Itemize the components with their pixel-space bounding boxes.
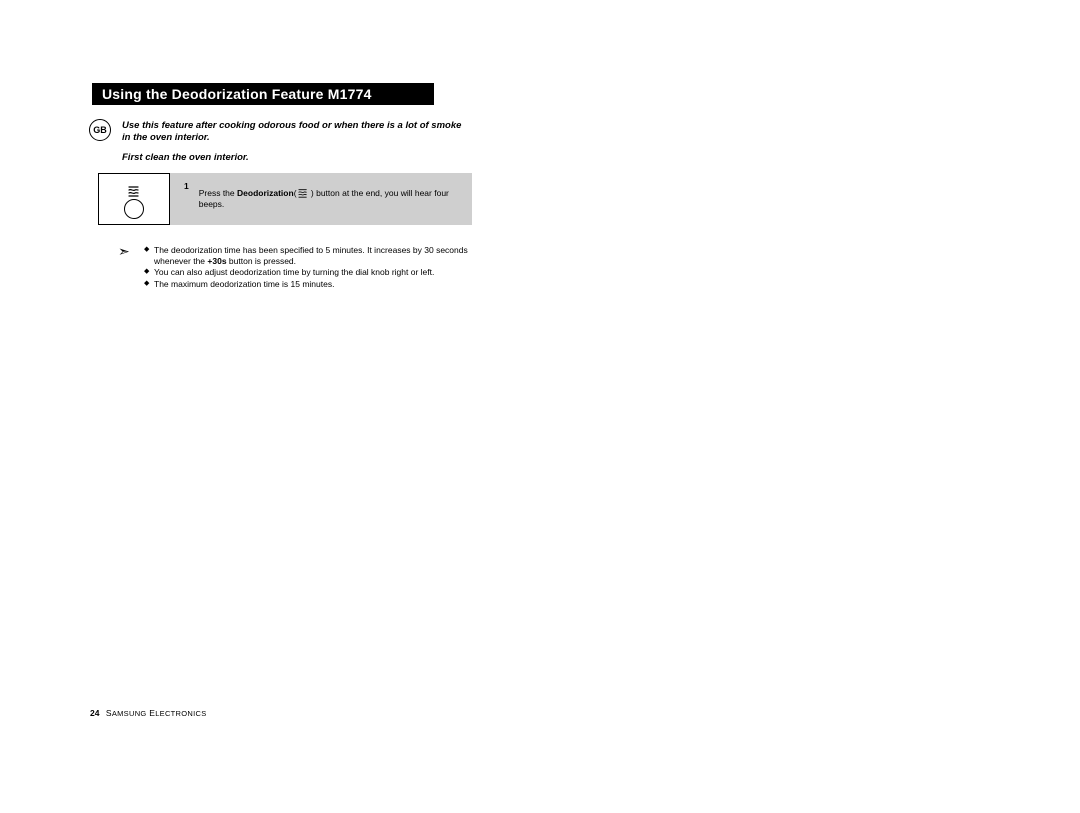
note-item: The maximum deodorization time is 15 min… — [144, 279, 482, 290]
step-text: Press the Deodorization( ) button at the… — [199, 188, 460, 209]
section-title-bar: Using the Deodorization Feature M1774 — [92, 83, 434, 105]
pointer-icon: ➣ — [118, 246, 130, 257]
step-row: 1 Press the Deodorization( ) button at t… — [98, 173, 472, 225]
step-instruction-box: 1 Press the Deodorization( ) button at t… — [170, 173, 472, 225]
note3: The maximum deodorization time is 15 min… — [154, 279, 334, 289]
manual-page: Using the Deodorization Feature M1774 GB… — [0, 0, 1080, 813]
language-badge: GB — [89, 119, 111, 141]
step-text-bold: Deodorization — [237, 188, 294, 198]
note2: You can also adjust deodorization time b… — [154, 267, 434, 277]
intro-text-2: First clean the oven interior. — [122, 152, 467, 163]
language-code: GB — [93, 125, 107, 135]
page-footer: 24 SAMSUNG ELECTRONICS — [90, 708, 207, 718]
note1-bold: +30s — [207, 256, 226, 266]
page-number: 24 — [90, 708, 99, 718]
deodorization-icon — [127, 184, 141, 198]
step-number: 1 — [184, 181, 189, 192]
note1-after: button is pressed. — [227, 256, 296, 266]
note-item: The deodorization time has been specifie… — [144, 245, 482, 266]
control-panel-icon — [98, 173, 170, 225]
dial-icon — [124, 199, 144, 219]
section-title: Using the Deodorization Feature M1774 — [102, 86, 372, 102]
step-text-pre: Press the — [199, 188, 237, 198]
brand-name: SAMSUNG ELECTRONICS — [106, 708, 207, 718]
note1-before: The deodorization time has been specifie… — [154, 245, 468, 266]
notes-list: The deodorization time has been specifie… — [144, 245, 482, 290]
notes: ➣ The deodorization time has been specif… — [122, 245, 482, 291]
note-item: You can also adjust deodorization time b… — [144, 267, 482, 278]
deodorization-icon-inline — [297, 188, 309, 198]
intro-text-1: Use this feature after cooking odorous f… — [122, 120, 467, 144]
